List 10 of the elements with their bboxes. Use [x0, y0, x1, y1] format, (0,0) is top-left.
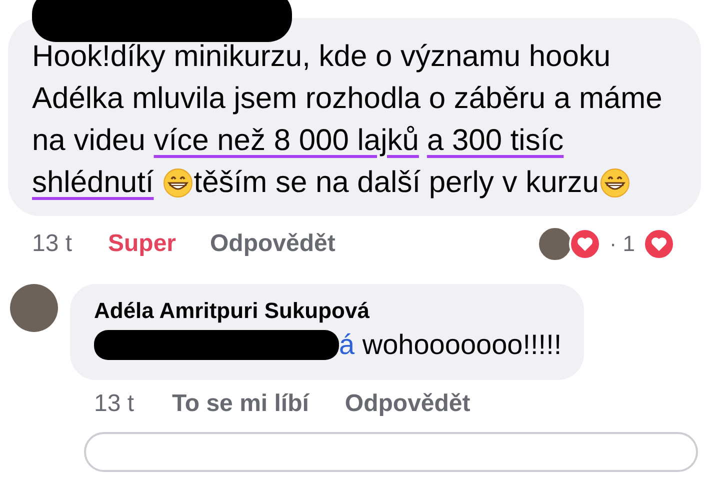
- author-name[interactable]: Adéla Amritpuri Sukupová: [94, 298, 562, 324]
- reaction-link[interactable]: Super: [108, 230, 176, 258]
- reply-link[interactable]: Odpovědět: [210, 230, 336, 258]
- reaction-link[interactable]: To se mi líbí: [172, 390, 309, 418]
- reaction-count[interactable]: · 1: [609, 231, 635, 257]
- timestamp: 13 t: [32, 230, 74, 258]
- reply-link[interactable]: Odpovědět: [344, 390, 470, 418]
- timestamp: 13 t: [94, 390, 136, 418]
- comment-text: Hook!díky minikurzu, kde o významu hooku Adélka mluvila jsem rozhodla o záběru a máme na videu více než 8 000 lajků a 300 tisíc shlédnutí těším se na další perly v kurzu: [32, 39, 664, 201]
- comment-text: á wohooooooo!!!!!: [94, 324, 562, 366]
